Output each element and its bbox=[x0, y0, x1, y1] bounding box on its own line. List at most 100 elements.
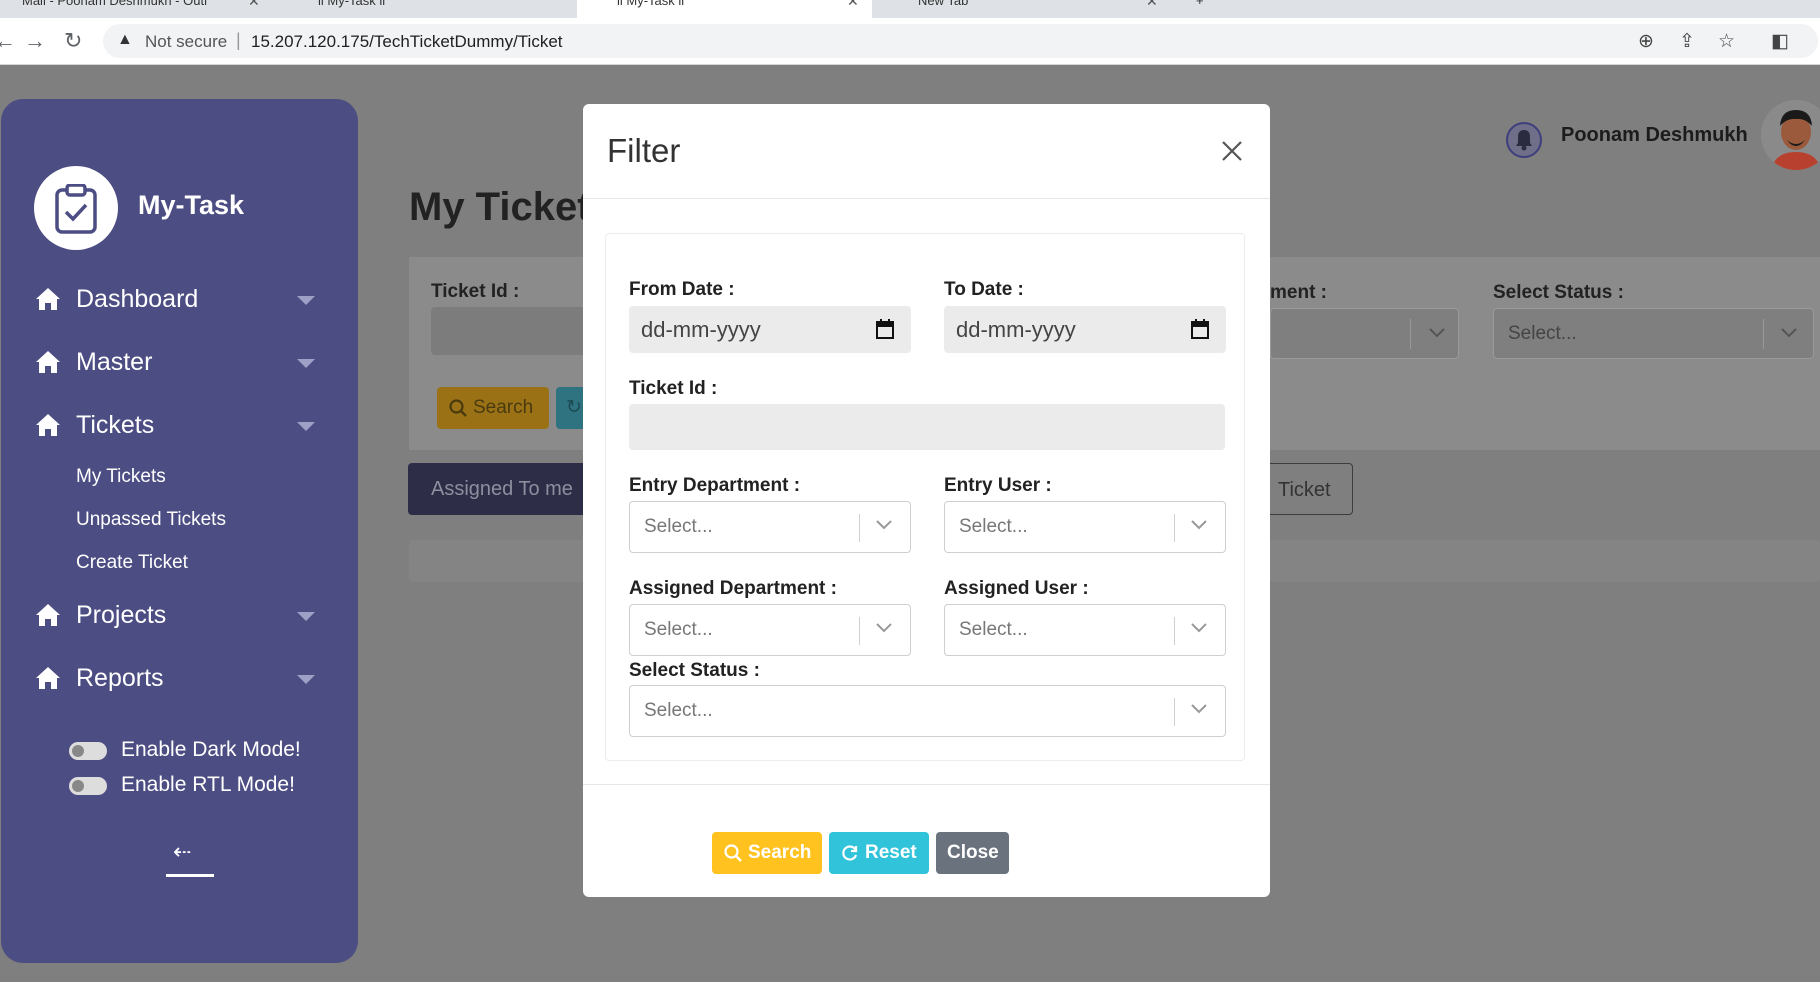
zoom-icon[interactable]: ⊕ bbox=[1638, 30, 1654, 53]
address-bar[interactable]: ▲ Not secure | 15.207.120.175/TechTicket… bbox=[103, 24, 1818, 58]
to-date-label: To Date : bbox=[944, 279, 1024, 300]
sidebar-subitem-unpassed-tickets[interactable]: Unpassed Tickets bbox=[76, 509, 226, 531]
tab-title: ii My-Task ii bbox=[617, 0, 685, 8]
logo bbox=[34, 166, 118, 250]
select-placeholder: Select... bbox=[644, 516, 713, 537]
close-icon[interactable] bbox=[1219, 138, 1245, 164]
close-icon[interactable]: ✕ bbox=[248, 0, 260, 10]
page-title: My Ticket bbox=[409, 185, 591, 229]
chevron-down-icon[interactable] bbox=[297, 422, 315, 431]
search-button[interactable]: Search bbox=[712, 832, 822, 874]
chevron-down-icon bbox=[876, 520, 892, 530]
chevron-down-icon[interactable] bbox=[297, 296, 315, 305]
brand-name: My-Task bbox=[138, 190, 245, 220]
user-name: Poonam Deshmukh bbox=[1561, 124, 1748, 146]
department-select[interactable] bbox=[1270, 308, 1459, 359]
modal-title: Filter bbox=[607, 132, 681, 169]
status-select[interactable]: Select... bbox=[629, 685, 1226, 737]
divider bbox=[1174, 698, 1175, 726]
ticket-id-input[interactable] bbox=[431, 307, 586, 355]
browser-tab-newtab[interactable]: New Tab ✕ bbox=[876, 0, 1176, 18]
collapse-sidebar-icon[interactable]: ⇠ bbox=[173, 839, 191, 865]
reload-icon[interactable]: ↻ bbox=[64, 28, 82, 54]
reset-button-label: Reset bbox=[865, 842, 917, 863]
clipboard-check-icon bbox=[55, 184, 97, 234]
divider bbox=[1174, 514, 1175, 542]
new-tab-icon[interactable]: + bbox=[1196, 0, 1216, 18]
to-date-input[interactable]: dd-mm-yyyy bbox=[944, 306, 1226, 353]
share-icon[interactable]: ⇪ bbox=[1679, 30, 1695, 53]
sidebar-item-label: Dashboard bbox=[76, 285, 199, 313]
divider bbox=[1174, 617, 1175, 645]
divider: | bbox=[236, 30, 241, 50]
search-button-label: Search bbox=[473, 397, 534, 418]
url-text: 15.207.120.175/TechTicketDummy/Ticket bbox=[251, 32, 563, 51]
close-icon[interactable]: ✕ bbox=[1146, 0, 1158, 10]
reset-button[interactable]: Reset bbox=[829, 832, 929, 874]
divider bbox=[583, 198, 1270, 199]
home-icon bbox=[36, 288, 60, 310]
date-placeholder: dd-mm-yyyy bbox=[956, 317, 1076, 342]
warning-icon: ▲ bbox=[117, 31, 133, 48]
chevron-down-icon[interactable] bbox=[297, 359, 315, 368]
user-avatar-icon bbox=[1761, 100, 1820, 170]
sidebar-item-label: Master bbox=[76, 348, 153, 376]
browser-tab-mytask-active[interactable]: ii My-Task ii ✕ bbox=[577, 0, 872, 18]
sidebar-subitem-create-ticket[interactable]: Create Ticket bbox=[76, 552, 188, 574]
sidebar: My-Task Dashboard Master Tickets My Tick… bbox=[1, 99, 358, 963]
reset-button[interactable]: ↻ bbox=[556, 387, 586, 429]
assigned-department-select[interactable]: Select... bbox=[629, 604, 911, 656]
chevron-down-icon bbox=[1191, 623, 1207, 633]
assigned-user-select[interactable]: Select... bbox=[944, 604, 1226, 656]
bell-icon[interactable] bbox=[1505, 121, 1543, 159]
browser-tab-mail[interactable]: Mail - Poonam Deshmukh - Outl ✕ bbox=[0, 0, 272, 18]
filter-modal: Filter From Date : dd-mm-yyyy To Date : … bbox=[583, 104, 1270, 897]
dark-mode-toggle[interactable] bbox=[69, 742, 107, 760]
calendar-icon[interactable] bbox=[1190, 318, 1210, 340]
tab-title: Mail - Poonam Deshmukh - Outl bbox=[22, 0, 207, 8]
home-icon bbox=[36, 351, 60, 373]
divider bbox=[1763, 319, 1764, 349]
sidebar-subitem-my-tickets[interactable]: My Tickets bbox=[76, 466, 166, 488]
sidebar-item-label: Projects bbox=[76, 601, 167, 629]
from-date-label: From Date : bbox=[629, 279, 735, 300]
chevron-down-icon bbox=[876, 623, 892, 633]
chevron-down-icon[interactable] bbox=[297, 675, 315, 684]
tab-label: Assigned To me bbox=[431, 478, 573, 500]
dark-mode-label: Enable Dark Mode! bbox=[121, 738, 301, 761]
status-select[interactable]: Select... bbox=[1493, 308, 1814, 359]
select-placeholder: Select... bbox=[644, 700, 713, 721]
refresh-icon bbox=[842, 845, 858, 861]
divider bbox=[859, 514, 860, 542]
select-status-label: Select Status : bbox=[629, 660, 760, 681]
avatar[interactable] bbox=[1761, 100, 1820, 170]
home-icon bbox=[36, 414, 60, 436]
back-arrow-icon[interactable]: ← bbox=[0, 28, 16, 54]
from-date-input[interactable]: dd-mm-yyyy bbox=[629, 306, 911, 353]
chevron-down-icon[interactable] bbox=[297, 612, 315, 621]
sidebar-panel-icon[interactable]: ◧ bbox=[1771, 30, 1789, 53]
divider bbox=[1410, 319, 1411, 349]
tab-title: New Tab bbox=[918, 0, 969, 8]
entry-department-select[interactable]: Select... bbox=[629, 501, 911, 553]
select-placeholder: Select... bbox=[644, 619, 713, 640]
search-button[interactable]: Search bbox=[437, 387, 549, 429]
close-button[interactable]: Close bbox=[936, 832, 1009, 874]
entry-user-select[interactable]: Select... bbox=[944, 501, 1226, 553]
rtl-mode-toggle[interactable] bbox=[69, 777, 107, 795]
browser-tab-mytask[interactable]: ii My-Task ii bbox=[280, 0, 575, 18]
assigned-department-label: Assigned Department : bbox=[629, 578, 837, 599]
date-placeholder: dd-mm-yyyy bbox=[641, 317, 761, 342]
forward-arrow-icon[interactable]: → bbox=[24, 28, 46, 54]
chevron-down-icon bbox=[1191, 520, 1207, 530]
chevron-down-icon bbox=[1429, 328, 1445, 338]
tab-label: Ticket bbox=[1278, 479, 1331, 501]
divider bbox=[859, 617, 860, 645]
ticket-id-label: Ticket Id : bbox=[431, 281, 520, 302]
close-icon[interactable]: ✕ bbox=[847, 0, 859, 10]
star-icon[interactable]: ☆ bbox=[1718, 30, 1735, 53]
calendar-icon[interactable] bbox=[875, 318, 895, 340]
ticket-id-input[interactable] bbox=[629, 404, 1225, 450]
select-placeholder: Select... bbox=[1508, 323, 1577, 344]
tab-assigned-to-me[interactable]: Assigned To me bbox=[408, 463, 588, 515]
